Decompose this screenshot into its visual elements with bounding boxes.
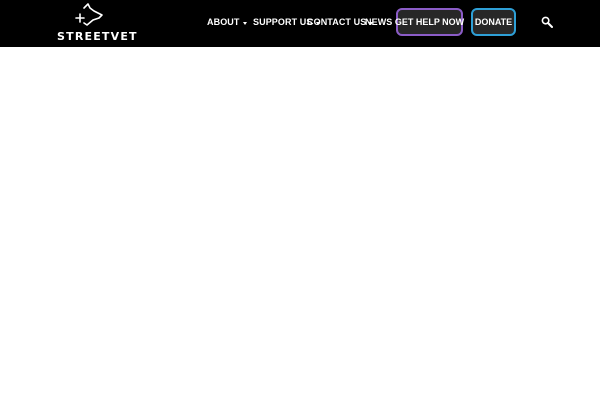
get-help-now-button[interactable]: GET HELP NOW	[395, 8, 464, 36]
nav-item-label: ABOUT	[207, 17, 240, 27]
nav-item-about[interactable]: ABOUT	[207, 15, 247, 29]
nav-item-label: SUPPORT US	[253, 17, 313, 27]
brand-name: STREETVET	[57, 30, 138, 43]
search-button[interactable]	[541, 16, 553, 28]
nav-item-label: CONTACT US	[307, 17, 367, 27]
main-content	[0, 47, 600, 400]
site-header: STREETVET ABOUT SUPPORT US CONTACT US NE…	[0, 0, 600, 47]
streetvet-logo[interactable]: STREETVET	[56, 0, 138, 47]
search-icon	[541, 16, 553, 28]
chevron-down-icon	[242, 21, 247, 25]
donate-button[interactable]: DONATE	[471, 8, 516, 36]
dog-head-cross-icon	[75, 3, 103, 26]
nav-item-contact-us[interactable]: CONTACT US	[307, 15, 374, 29]
nav-item-label: NEWS	[365, 17, 393, 27]
nav-item-news[interactable]: NEWS	[365, 15, 392, 29]
